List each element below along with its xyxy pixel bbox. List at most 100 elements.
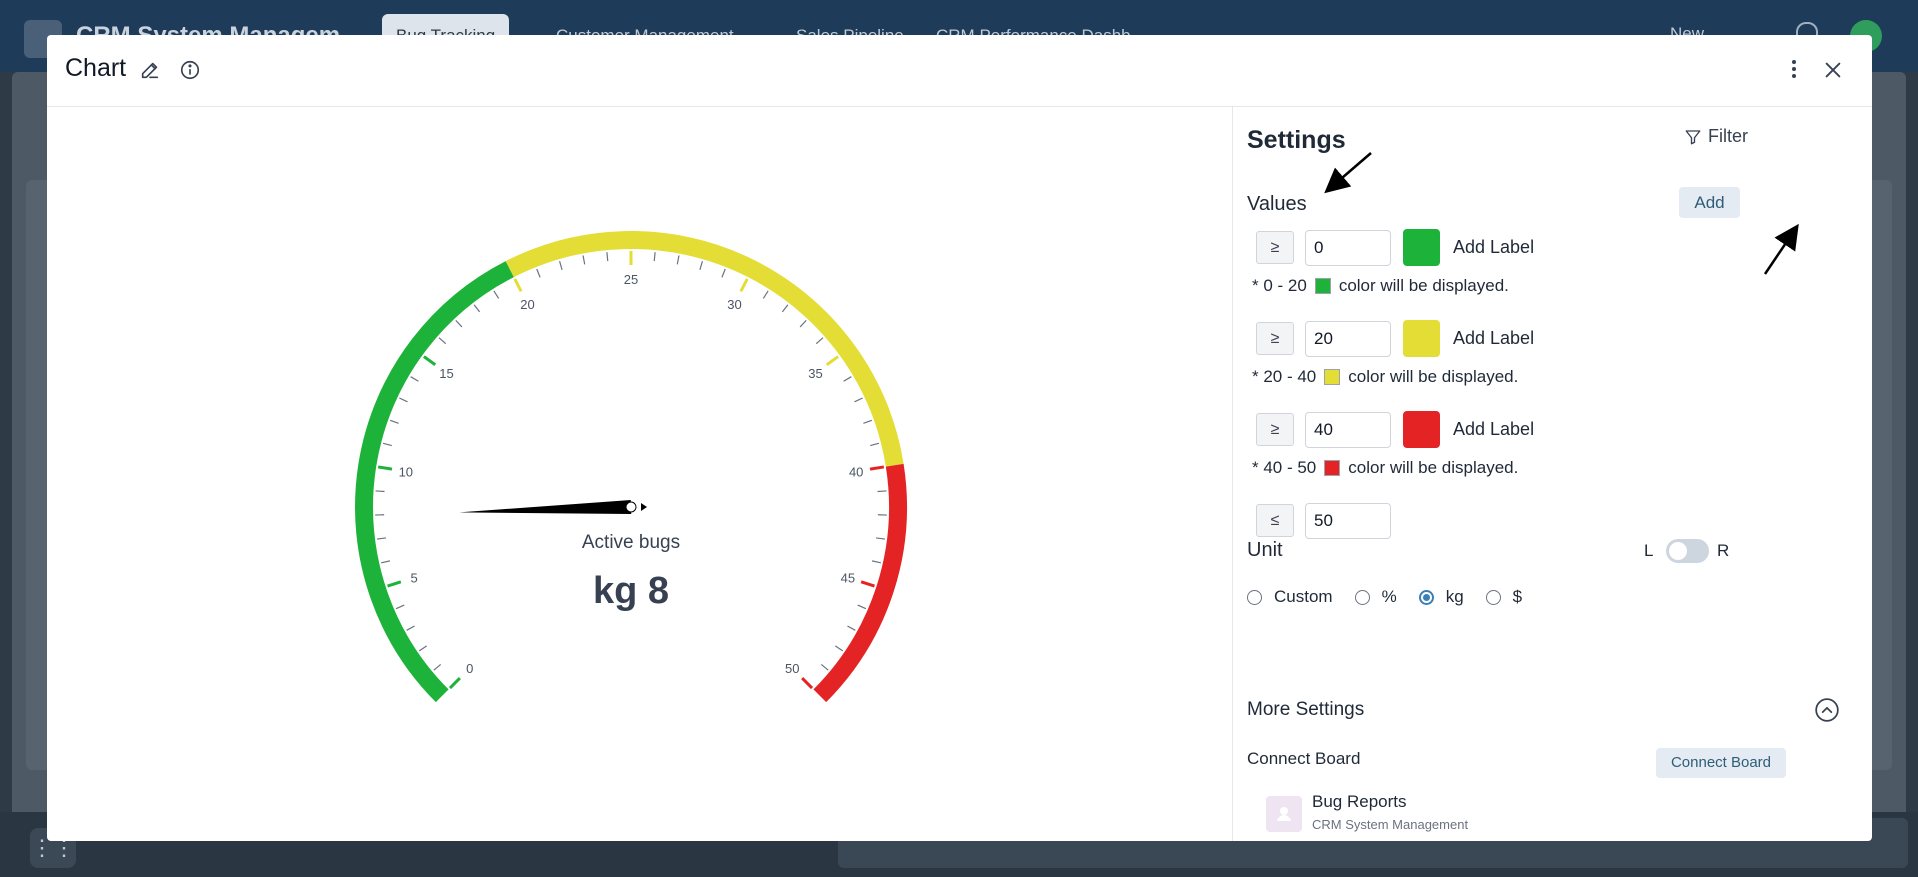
user-icon: [1277, 807, 1291, 821]
gauge-minor-tick: [834, 645, 844, 652]
unit-option-label: kg: [1445, 587, 1464, 606]
connect-board-label: Connect Board: [1247, 749, 1361, 768]
threshold-add-label[interactable]: Add Label: [1453, 419, 1534, 440]
gauge-minor-tick: [438, 337, 447, 345]
radio-kg[interactable]: [1418, 589, 1434, 605]
gauge-tick-label: 5: [411, 570, 418, 585]
modal-title: Chart: [65, 54, 127, 82]
gauge-minor-tick: [875, 537, 886, 540]
gauge-minor-tick: [877, 490, 887, 493]
gauge-major-tick: [739, 278, 749, 293]
gauge-minor-tick: [606, 252, 609, 262]
unit-option-custom[interactable]: Custom: [1247, 587, 1333, 607]
unit-option-percent[interactable]: %: [1354, 587, 1397, 607]
unit-option-label: %: [1381, 587, 1397, 606]
chevron-up-icon[interactable]: [1814, 697, 1840, 723]
settings-title: Settings: [1247, 126, 1346, 154]
range-note-swatch: [1324, 369, 1341, 385]
gauge-minor-tick: [863, 419, 873, 424]
gauge-minor-tick: [406, 625, 415, 631]
unit-label: Unit: [1247, 539, 1283, 561]
gauge-major-tick: [423, 355, 437, 366]
gauge-major-tick: [801, 677, 814, 690]
gauge-minor-tick: [559, 260, 563, 270]
gauge-tick-label: 30: [727, 297, 741, 312]
threshold-add-label[interactable]: Add Label: [1453, 328, 1534, 349]
radio-dollar[interactable]: [1485, 589, 1501, 605]
gauge-major-tick: [448, 677, 461, 690]
info-icon[interactable]: [179, 59, 201, 81]
gauge-minor-tick: [699, 260, 703, 270]
range-note: * 0 - 20 color will be displayed.: [1252, 276, 1509, 296]
radio-percent[interactable]: [1354, 589, 1370, 605]
range-note-suffix: color will be displayed.: [1338, 276, 1509, 295]
threshold-value-input[interactable]: [1305, 230, 1391, 266]
gauge-tick-label: 10: [399, 464, 413, 479]
gauge-tick-label: 15: [439, 366, 453, 381]
board-name[interactable]: Bug Reports: [1312, 792, 1407, 812]
max-value-input[interactable]: [1305, 503, 1391, 539]
range-note-suffix: color will be displayed.: [1348, 367, 1519, 386]
radio-custom[interactable]: [1247, 589, 1262, 605]
gauge-band: [355, 261, 514, 703]
gauge-minor-tick: [676, 255, 680, 265]
gauge-minor-tick: [381, 560, 391, 564]
more-settings-label: More Settings: [1247, 699, 1365, 720]
gauge-minor-tick: [762, 290, 769, 299]
filter-label: Filter: [1708, 126, 1748, 146]
values-label: Values: [1247, 193, 1307, 215]
gauge-major-tick: [513, 278, 523, 293]
more-vertical-icon[interactable]: [1782, 57, 1806, 81]
unit-position-toggle[interactable]: [1666, 539, 1709, 563]
gauge-minor-tick: [871, 560, 881, 564]
add-value-button[interactable]: Add: [1679, 187, 1740, 218]
gauge-minor-tick: [847, 625, 856, 631]
threshold-operator[interactable]: ≥: [1256, 413, 1294, 446]
threshold-color-swatch[interactable]: [1403, 229, 1440, 266]
filter-button[interactable]: Filter: [1684, 126, 1748, 147]
gauge-minor-tick: [455, 319, 463, 328]
gauge-minor-tick: [399, 397, 408, 403]
threshold-value-input[interactable]: [1305, 321, 1391, 357]
threshold-color-swatch[interactable]: [1403, 320, 1440, 357]
gauge-pointer: [641, 503, 647, 511]
gauge-minor-tick: [418, 645, 428, 652]
gauge-minor-tick: [433, 663, 442, 671]
threshold-operator[interactable]: ≥: [1256, 322, 1294, 355]
gauge-tick-label: 40: [849, 464, 863, 479]
range-note-swatch: [1324, 460, 1341, 476]
gauge-minor-tick: [473, 304, 481, 313]
unit-option-kg[interactable]: kg: [1418, 587, 1464, 607]
gauge-needle-hub: [625, 501, 637, 513]
gauge-tick-label: 35: [808, 366, 822, 381]
threshold-value-input[interactable]: [1305, 412, 1391, 448]
gauge-minor-tick: [376, 537, 387, 540]
gauge-tick-label: 0: [466, 661, 473, 676]
gauge-minor-tick: [870, 442, 880, 447]
gauge-needle: [459, 500, 632, 514]
gauge-minor-tick: [857, 604, 867, 610]
gauge-major-tick: [387, 580, 402, 588]
gauge-tick-label: 20: [520, 297, 534, 312]
gauge-chart: 0 5 10 15 20 25 30 35 40 45 50 Active bugs kg 8: [355, 231, 907, 703]
connect-board-button[interactable]: Connect Board: [1656, 748, 1786, 778]
threshold-add-label[interactable]: Add Label: [1453, 237, 1534, 258]
board-subtitle: CRM System Management: [1312, 817, 1469, 832]
gauge-label: Active bugs: [582, 532, 680, 553]
unit-option-dollar[interactable]: $: [1485, 587, 1523, 607]
max-operator[interactable]: ≤: [1256, 504, 1294, 537]
gauge-major-tick: [860, 580, 875, 588]
gauge-minor-tick: [582, 255, 586, 265]
gauge-minor-tick: [389, 419, 399, 424]
gauge-tick-label: 45: [841, 570, 855, 585]
gauge-minor-tick: [375, 490, 385, 493]
unit-option-label: $: [1512, 587, 1523, 606]
gauge-value: kg 8: [593, 570, 669, 612]
edit-icon[interactable]: [139, 59, 161, 81]
range-note-swatch: [1314, 278, 1331, 294]
gauge-minor-tick: [493, 290, 500, 299]
close-icon[interactable]: [1822, 59, 1844, 81]
threshold-color-swatch[interactable]: [1403, 411, 1440, 448]
gauge-minor-tick: [820, 663, 829, 671]
threshold-operator[interactable]: ≥: [1256, 231, 1294, 264]
